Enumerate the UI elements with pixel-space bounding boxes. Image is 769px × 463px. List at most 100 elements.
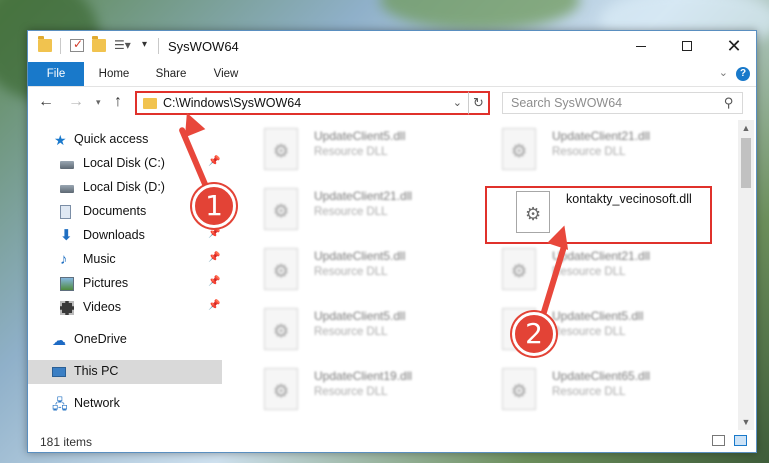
dll-file-icon bbox=[264, 368, 298, 410]
status-bar: 181 items bbox=[28, 430, 756, 452]
file-name: UpdateClient5.dll bbox=[314, 309, 406, 323]
item-count: 181 items bbox=[40, 435, 93, 449]
network-icon: 🖧 bbox=[52, 396, 68, 412]
sidebar-item-label: Videos bbox=[83, 300, 121, 314]
navigation-bar: ← → ▾ ↑ C:\Windows\SysWOW64 ⌄ ↻ Search S… bbox=[28, 87, 756, 120]
properties-icon[interactable] bbox=[70, 37, 84, 52]
minimize-icon bbox=[636, 46, 646, 47]
dll-file-icon bbox=[502, 128, 536, 170]
this-pc-icon bbox=[52, 367, 66, 377]
tab-home[interactable]: Home bbox=[88, 62, 140, 86]
file-item[interactable]: UpdateClient5.dll Resource DLL bbox=[264, 126, 494, 178]
search-placeholder: Search SysWOW64 bbox=[511, 96, 623, 110]
step-badge-2: 2 bbox=[512, 312, 556, 356]
search-input[interactable]: Search SysWOW64 ⚲ bbox=[502, 92, 743, 114]
sidebar-item-pictures[interactable]: Pictures 📌 bbox=[28, 272, 222, 296]
sidebar-item-network[interactable]: 🖧 Network bbox=[28, 392, 222, 416]
tab-share[interactable]: Share bbox=[146, 62, 196, 86]
file-item[interactable]: UpdateClient65.dll Resource DLL bbox=[502, 366, 732, 418]
pin-icon: 📌 bbox=[208, 228, 221, 239]
file-name: UpdateClient5.dll bbox=[314, 129, 406, 143]
minimize-button[interactable] bbox=[618, 31, 664, 62]
new-folder-icon[interactable] bbox=[92, 36, 106, 52]
file-item[interactable]: UpdateClient21.dll Resource DLL bbox=[264, 186, 494, 238]
maximize-icon bbox=[682, 41, 692, 51]
folder-icon bbox=[143, 98, 157, 109]
file-item[interactable]: UpdateClient5.dll Resource DLL bbox=[264, 306, 494, 358]
close-button[interactable]: ✕ bbox=[711, 31, 757, 62]
vertical-scrollbar[interactable]: ▲ ▼ bbox=[738, 120, 754, 430]
maximize-button[interactable] bbox=[664, 31, 710, 62]
file-item[interactable]: UpdateClient19.dll Resource DLL bbox=[264, 366, 494, 418]
forward-arrow-icon[interactable]: → bbox=[68, 93, 84, 111]
file-type: Resource DLL bbox=[314, 146, 388, 158]
sidebar-item-label: Documents bbox=[83, 204, 147, 218]
scroll-up-icon[interactable]: ▲ bbox=[738, 120, 754, 136]
pictures-icon bbox=[60, 277, 74, 291]
file-type: Resource DLL bbox=[314, 326, 388, 338]
file-type: Resource DLL bbox=[552, 326, 626, 338]
dll-file-icon bbox=[264, 128, 298, 170]
sidebar-item-this-pc[interactable]: This PC bbox=[28, 360, 222, 384]
file-item[interactable]: UpdateClient5.dll Resource DLL bbox=[264, 246, 494, 298]
large-icons-view-icon[interactable] bbox=[734, 435, 747, 446]
pin-icon: 📌 bbox=[208, 252, 221, 263]
customize-toolbar-icon[interactable]: ▾ bbox=[142, 39, 147, 50]
downloads-icon: ⬇ bbox=[60, 227, 73, 244]
file-name: UpdateClient65.dll bbox=[552, 369, 651, 383]
dll-file-icon bbox=[502, 248, 536, 290]
sidebar-item-label: Local Disk (C:) bbox=[83, 156, 165, 170]
file-type: Resource DLL bbox=[314, 266, 388, 278]
tab-view[interactable]: View bbox=[202, 62, 250, 86]
refresh-icon: ↻ bbox=[473, 95, 484, 110]
sidebar-item-label: Pictures bbox=[83, 276, 129, 290]
address-path[interactable]: C:\Windows\SysWOW64 bbox=[163, 96, 301, 110]
file-item[interactable]: UpdateClient21.dll Resource DLL bbox=[502, 126, 732, 178]
star-icon: ★ bbox=[54, 132, 67, 148]
file-type: Resource DLL bbox=[552, 266, 626, 278]
close-icon: ✕ bbox=[726, 36, 742, 56]
help-icon[interactable]: ? bbox=[736, 67, 750, 81]
scroll-down-icon[interactable]: ▼ bbox=[738, 414, 754, 430]
dll-file-icon bbox=[264, 248, 298, 290]
step-badge-1: 1 bbox=[192, 184, 236, 228]
file-name: UpdateClient21.dll bbox=[552, 129, 651, 143]
file-type: Resource DLL bbox=[314, 206, 388, 218]
ribbon-tabs: File Home Share View ⌄ ? bbox=[28, 62, 756, 87]
up-arrow-icon[interactable]: ↑ bbox=[114, 93, 122, 111]
details-view-icon[interactable] bbox=[712, 435, 725, 446]
scroll-thumb[interactable] bbox=[741, 138, 751, 188]
window-title: SysWOW64 bbox=[168, 39, 239, 54]
sidebar-item-music[interactable]: ♪ Music 📌 bbox=[28, 248, 222, 272]
search-icon[interactable]: ⚲ bbox=[724, 95, 734, 111]
sidebar-item-downloads[interactable]: ⬇ Downloads 📌 bbox=[28, 224, 222, 248]
sidebar-item-label: Network bbox=[74, 396, 120, 410]
title-bar: ☰▾ ▾ SysWOW64 ✕ bbox=[28, 31, 756, 62]
folder-icon[interactable] bbox=[38, 36, 52, 52]
file-type: Resource DLL bbox=[552, 386, 626, 398]
wallpaper-foliage bbox=[380, 0, 580, 30]
file-type: Resource DLL bbox=[552, 146, 626, 158]
tab-file[interactable]: File bbox=[28, 62, 84, 86]
sidebar-item-label: Music bbox=[83, 252, 116, 266]
chevron-down-icon[interactable]: ⌄ bbox=[453, 96, 462, 109]
refresh-button[interactable]: ↻ bbox=[468, 91, 490, 115]
divider bbox=[158, 38, 159, 54]
local-disk-icon bbox=[60, 161, 74, 169]
file-name: UpdateClient19.dll bbox=[314, 369, 413, 383]
music-icon: ♪ bbox=[60, 251, 68, 268]
view-options-icon[interactable]: ☰▾ bbox=[114, 38, 131, 52]
onedrive-icon: ☁ bbox=[52, 332, 66, 348]
dll-file-icon bbox=[264, 308, 298, 350]
back-arrow-icon[interactable]: ← bbox=[38, 93, 54, 111]
sidebar-item-videos[interactable]: Videos 📌 bbox=[28, 296, 222, 320]
file-name: UpdateClient21.dll bbox=[314, 189, 413, 203]
file-name: UpdateClient21.dll bbox=[552, 249, 651, 263]
expand-ribbon-icon[interactable]: ⌄ bbox=[719, 66, 728, 79]
file-type: Resource DLL bbox=[314, 386, 388, 398]
file-item[interactable]: UpdateClient21.dll Resource DLL bbox=[502, 246, 732, 298]
sidebar-item-label: OneDrive bbox=[74, 332, 127, 346]
sidebar-item-label: Local Disk (D:) bbox=[83, 180, 165, 194]
recent-locations-icon[interactable]: ▾ bbox=[96, 97, 101, 108]
sidebar-item-onedrive[interactable]: ☁ OneDrive bbox=[28, 328, 222, 352]
